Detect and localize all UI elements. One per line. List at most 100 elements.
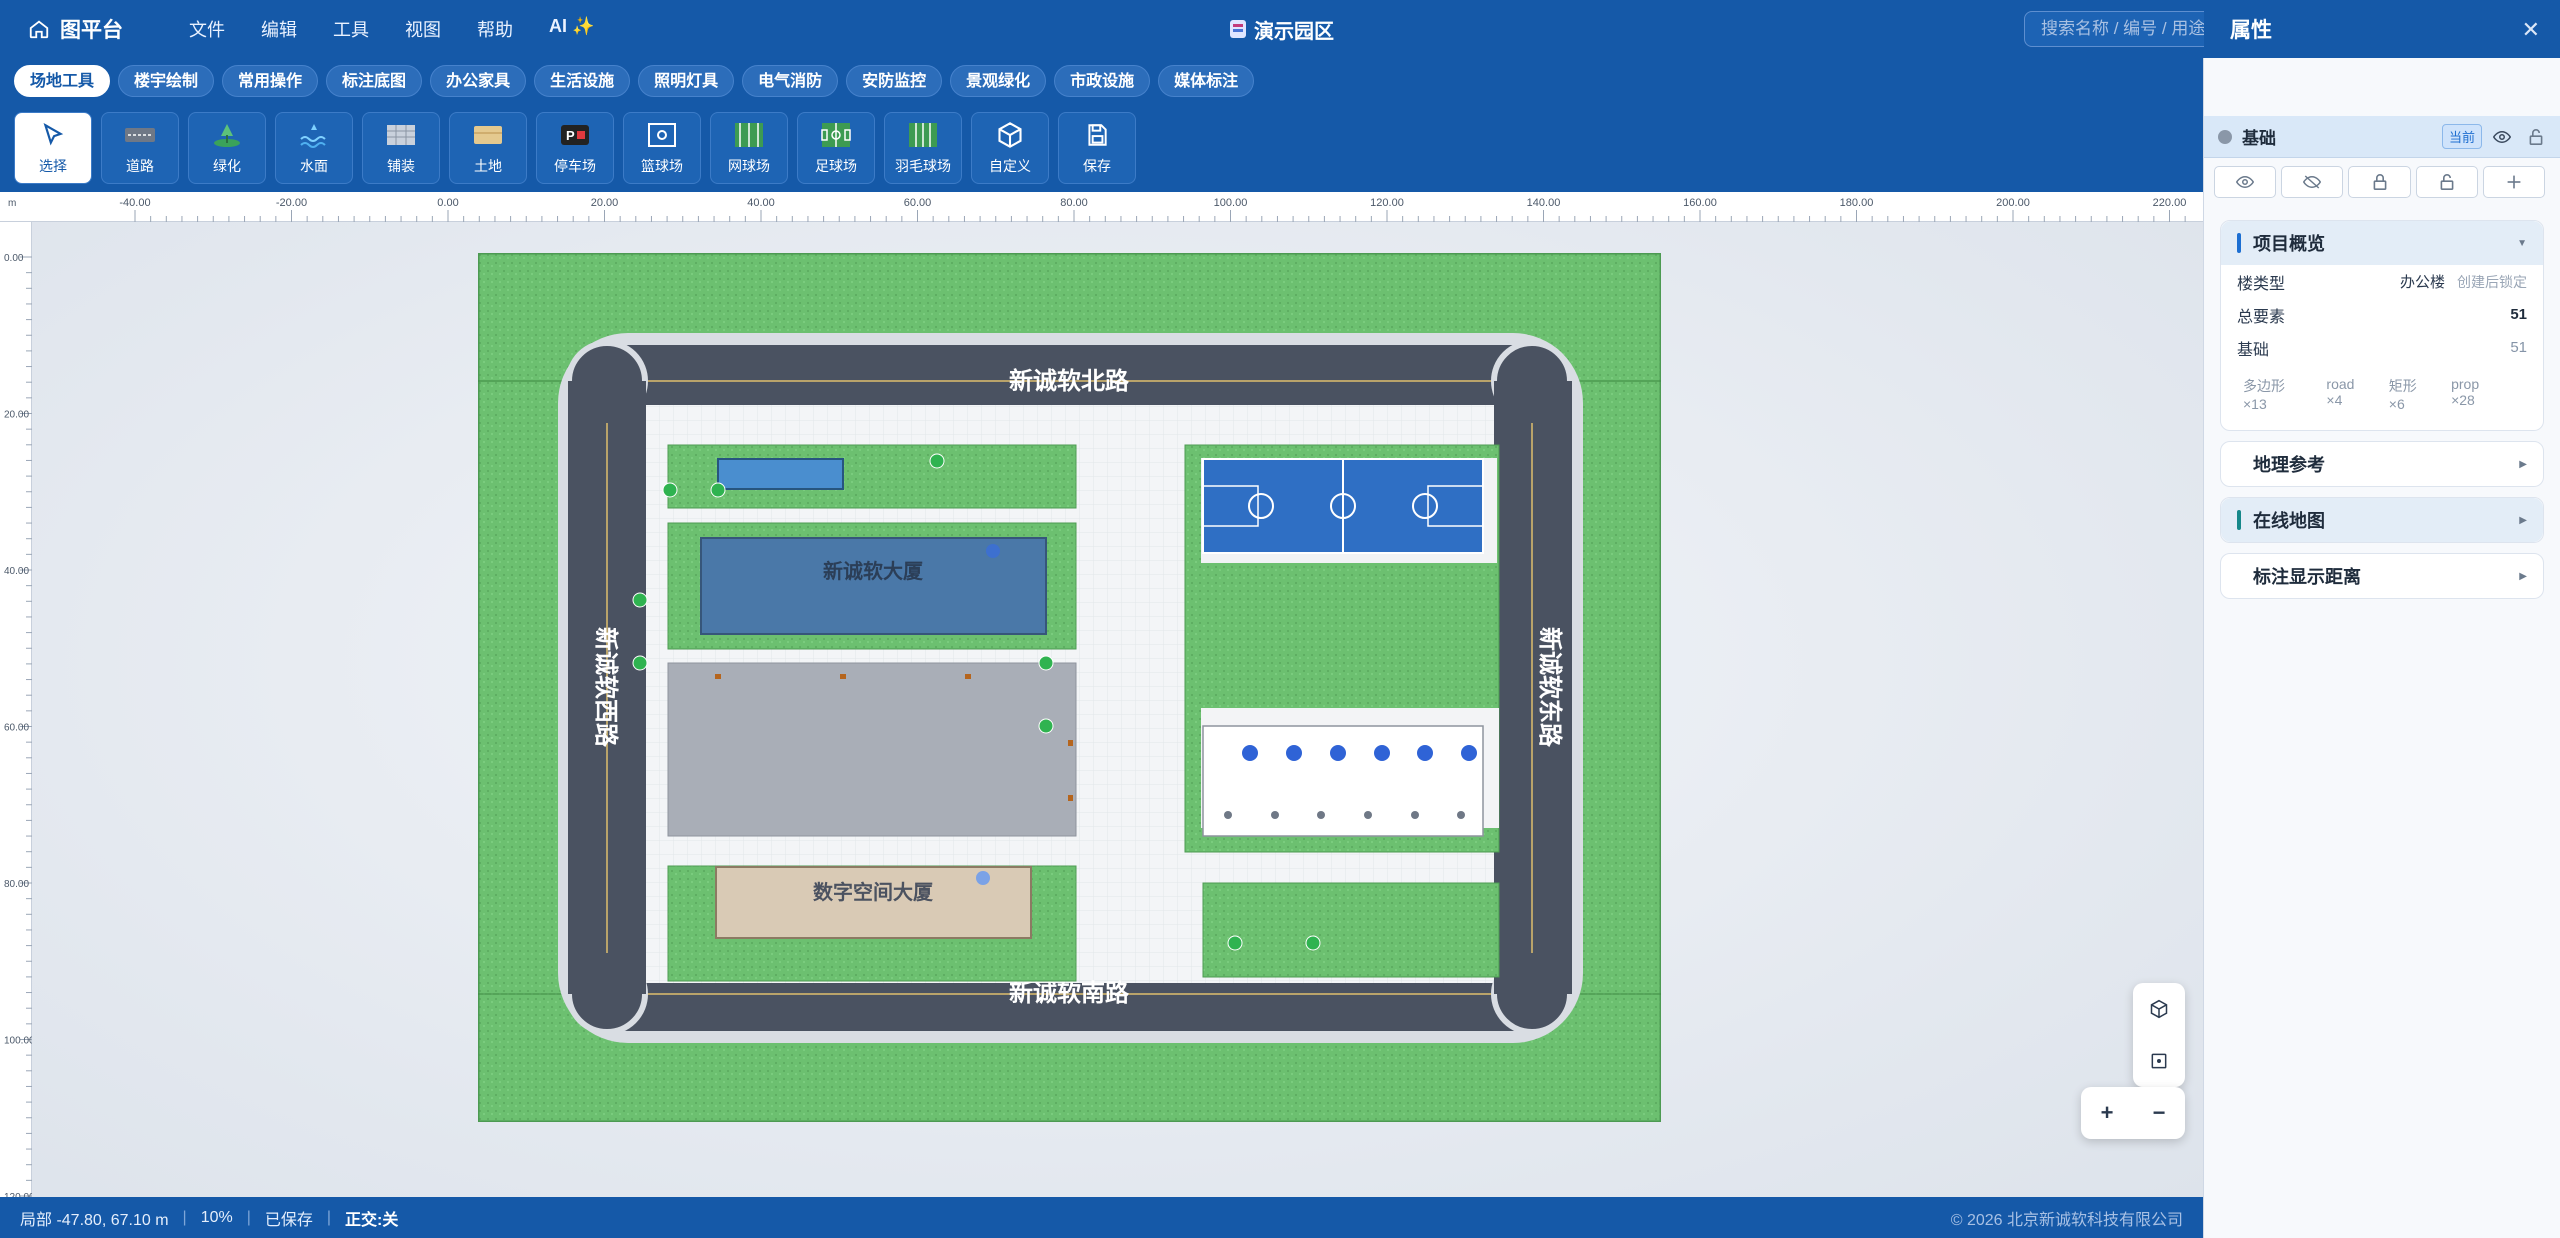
chevron-down-icon: ▼ — [2517, 237, 2527, 249]
ruler-tick-label: 200.00 — [1996, 197, 2030, 209]
ortho-mode-toggle[interactable]: 正交:关 — [345, 1206, 398, 1230]
parking-icon: P — [558, 120, 592, 150]
road-label-south: 新诚软南路 — [1009, 979, 1130, 1007]
project-icon — [1230, 20, 1246, 38]
prop-label: 基础 — [2237, 341, 2270, 359]
tab-security[interactable]: 安防监控 — [846, 65, 943, 97]
eye-icon — [2236, 175, 2255, 189]
3d-view-button[interactable] — [2133, 983, 2185, 1035]
zoom-in-button[interactable]: + — [2081, 1087, 2133, 1139]
tool-label: 土地 — [474, 158, 502, 174]
water-feature[interactable] — [717, 458, 844, 490]
tab-lighting[interactable]: 照明灯具 — [638, 65, 735, 97]
zoom-out-button[interactable]: − — [2133, 1087, 2185, 1139]
tool-land[interactable]: 土地 — [449, 112, 527, 184]
tool-select[interactable]: 选择 — [14, 112, 92, 184]
tool-greenery[interactable]: 绿化 — [188, 112, 266, 184]
tab-electrical-fire[interactable]: 电气消防 — [742, 65, 839, 97]
horizontal-ruler: m -40.00 -20.00 0.00 20.00 40.00 60.00 80.00 10… — [0, 192, 2203, 222]
main-menu: 文件 编辑 工具 视图 帮助 AI ✨ — [171, 16, 612, 42]
horizontal-ruler-scale: m -40.00 -20.00 0.00 20.00 40.00 60.00 80.00 10… — [8, 197, 2186, 222]
menu-ai[interactable]: AI ✨ — [531, 16, 612, 42]
view-controls — [2133, 983, 2185, 1087]
tree-icon — [210, 120, 244, 150]
panel-title: 属性 — [2230, 19, 2272, 42]
parking-lot[interactable] — [667, 662, 1077, 837]
prop-value: 51 — [2510, 339, 2527, 356]
ruler-unit: m — [8, 198, 16, 209]
menu-view[interactable]: 视图 — [387, 16, 459, 42]
tool-label: 选择 — [39, 158, 67, 174]
prop-row-total-elements: 总要素 51 — [2221, 298, 2543, 331]
tool-bar: 选择 道路 绿化 水面 铺装 土地 P 停车场 篮球场 网球场 足球场 羽毛球场 — [0, 104, 2203, 192]
project-title[interactable]: 演示园区 — [1230, 0, 1334, 58]
tab-municipal[interactable]: 市政设施 — [1054, 65, 1151, 97]
tab-office-furniture[interactable]: 办公家具 — [430, 65, 527, 97]
tool-football[interactable]: 足球场 — [797, 112, 875, 184]
layer-color-dot — [2218, 129, 2232, 144]
menu-file[interactable]: 文件 — [171, 16, 243, 42]
label-distance-header[interactable]: 标注显示距离 ▶ — [2221, 554, 2543, 598]
app-brand[interactable]: 图平台 — [28, 14, 123, 44]
tool-label: 铺装 — [387, 158, 415, 174]
unlock-all-button[interactable] — [2415, 166, 2478, 198]
road-icon — [123, 120, 157, 150]
menu-help[interactable]: 帮助 — [459, 16, 531, 42]
tool-save[interactable]: 保存 — [1058, 112, 1136, 184]
tab-site-tools[interactable]: 场地工具 — [14, 65, 111, 97]
tool-parking[interactable]: P 停车场 — [536, 112, 614, 184]
show-all-button[interactable] — [2214, 166, 2277, 198]
tool-road[interactable]: 道路 — [101, 112, 179, 184]
basketball-court-icon — [645, 120, 679, 150]
menu-tools[interactable]: 工具 — [315, 16, 387, 42]
status-bar: 局部 -47.80, 67.10 m | 10% | 已保存 | 正交:关 © … — [0, 1197, 2203, 1238]
copyright: © 2026 北京新诚软科技有限公司 — [1950, 1211, 2183, 1229]
fit-icon — [2151, 1053, 2167, 1069]
tab-living-facilities[interactable]: 生活设施 — [534, 65, 631, 97]
site-map[interactable]: 新诚软北路 新诚软南路 新诚软西路 新诚软东路 新诚软大厦 数字空间大厦 — [478, 253, 1661, 1122]
stat-rect: 矩形 ×6 — [2388, 378, 2417, 412]
cursor-coordinates: 局部 -47.80, 67.10 m — [20, 1211, 169, 1229]
tool-tennis[interactable]: 网球场 — [710, 112, 788, 184]
panel-close-icon[interactable]: ✕ — [2522, 17, 2540, 43]
home-icon — [29, 20, 49, 39]
prop-label: 总要素 — [2237, 308, 2286, 326]
tool-badminton[interactable]: 羽毛球场 — [884, 112, 962, 184]
top-menu-bar: 图平台 文件 编辑 工具 视图 帮助 AI ✨ 演示园区 ✕ — [0, 0, 2560, 58]
tool-label: 绿化 — [213, 158, 241, 174]
tool-water[interactable]: 水面 — [275, 112, 353, 184]
ruler-tick-label: 20.00 — [591, 197, 619, 209]
badminton-court-icon — [906, 120, 940, 150]
project-overview-header[interactable]: 项目概览 ▼ — [2221, 221, 2543, 265]
tool-label: 网球场 — [728, 158, 770, 174]
tab-landscape[interactable]: 景观绿化 — [950, 65, 1047, 97]
tab-common-ops[interactable]: 常用操作 — [222, 65, 319, 97]
ruler-tick-label: 60.00 — [904, 197, 932, 209]
project-title-text: 演示园区 — [1254, 20, 1334, 43]
tab-building-draw[interactable]: 楼宇绘制 — [118, 65, 215, 97]
tab-media[interactable]: 媒体标注 — [1158, 65, 1255, 97]
add-layer-button[interactable] — [2482, 166, 2546, 198]
green-right-bottom[interactable] — [1202, 882, 1500, 978]
tool-paving[interactable]: 铺装 — [362, 112, 440, 184]
lock-icon[interactable] — [2526, 127, 2546, 147]
tab-basemap[interactable]: 标注底图 — [326, 65, 423, 97]
land-icon — [471, 120, 505, 150]
tool-basketball[interactable]: 篮球场 — [623, 112, 701, 184]
tool-custom[interactable]: 自定义 — [971, 112, 1049, 184]
eye-icon[interactable] — [2492, 127, 2512, 147]
tool-label: 保存 — [1083, 158, 1111, 174]
lock-all-button[interactable] — [2348, 166, 2411, 198]
tool-label: 篮球场 — [641, 158, 683, 174]
geo-reference-header[interactable]: 地理参考 ▶ — [2221, 442, 2543, 486]
tennis-court-icon — [732, 120, 766, 150]
road-label-west: 新诚软西路 — [592, 627, 620, 748]
eye-off-icon — [2303, 175, 2322, 189]
online-map-header[interactable]: 在线地图 ▶ — [2221, 498, 2543, 542]
fit-view-button[interactable] — [2133, 1035, 2185, 1087]
hide-all-button[interactable] — [2281, 166, 2344, 198]
layer-row-base[interactable]: 基础 当前 — [2204, 116, 2560, 158]
menu-edit[interactable]: 编辑 — [243, 16, 315, 42]
meeting-room[interactable] — [1202, 725, 1484, 837]
project-overview-card: 项目概览 ▼ 楼类型 办公楼 创建后锁定 总要素 51 基础 51 多边形 ×1… — [2220, 220, 2544, 431]
